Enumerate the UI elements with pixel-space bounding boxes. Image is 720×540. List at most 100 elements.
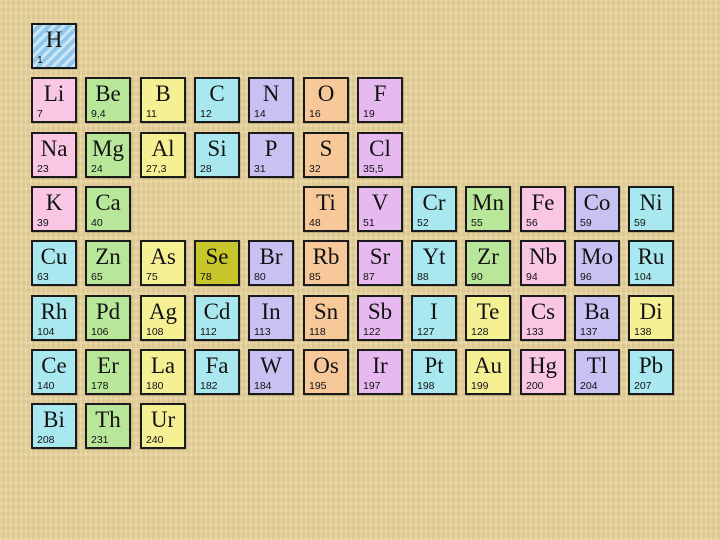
element-cell: Se 78	[194, 240, 240, 286]
atomic-weight: 65	[91, 271, 103, 283]
atomic-weight: 204	[580, 380, 598, 392]
element-symbol: Sn	[313, 299, 339, 324]
element-symbol: Pb	[638, 353, 664, 378]
element-symbol: Nb	[528, 244, 558, 269]
atomic-weight: 133	[526, 326, 544, 338]
atomic-weight: 128	[471, 326, 489, 338]
element-symbol: O	[317, 81, 335, 106]
element-cell: Di 138	[628, 295, 674, 341]
atomic-weight: 199	[471, 380, 489, 392]
atomic-weight: 197	[363, 380, 381, 392]
element-cell: Cu 63	[31, 240, 77, 286]
element-cell: N 14	[248, 77, 294, 123]
atomic-weight: 40	[91, 217, 103, 229]
atomic-weight: 19	[363, 108, 375, 120]
atomic-weight: 88	[417, 271, 429, 283]
element-cell: In 113	[248, 295, 294, 341]
element-cell: Mg 24	[85, 132, 131, 178]
element-symbol: H	[45, 27, 63, 52]
element-cell: Zr 90	[465, 240, 511, 286]
atomic-weight: 195	[309, 380, 327, 392]
element-symbol: Zr	[477, 244, 499, 269]
atomic-weight: 63	[37, 271, 49, 283]
element-symbol: S	[319, 136, 333, 161]
atomic-weight: 1	[37, 54, 43, 66]
element-symbol: Rh	[40, 299, 68, 324]
element-cell: Cd 112	[194, 295, 240, 341]
element-cell: Co 59	[574, 186, 620, 232]
element-cell: Bi 208	[31, 403, 77, 449]
element-cell: Rb 85	[303, 240, 349, 286]
atomic-weight: 35,5	[363, 163, 384, 175]
element-symbol: C	[209, 81, 225, 106]
element-cell: Cl 35,5	[357, 132, 403, 178]
element-cell: Ce 140	[31, 349, 77, 395]
atomic-weight: 137	[580, 326, 598, 338]
element-symbol: Li	[43, 81, 65, 106]
element-cell: Nb 94	[520, 240, 566, 286]
atomic-weight: 14	[254, 108, 266, 120]
element-symbol: Ru	[637, 244, 665, 269]
element-symbol: Cs	[530, 299, 556, 324]
element-cell: O 16	[303, 77, 349, 123]
atomic-weight: 7	[37, 108, 43, 120]
element-symbol: Sb	[367, 299, 393, 324]
element-cell: F 19	[357, 77, 403, 123]
atomic-weight: 23	[37, 163, 49, 175]
element-cell: Fe 56	[520, 186, 566, 232]
element-cell: Cr 52	[411, 186, 457, 232]
atomic-weight: 31	[254, 163, 266, 175]
element-symbol: Cr	[422, 190, 446, 215]
atomic-weight: 16	[309, 108, 321, 120]
element-cell: Fa 182	[194, 349, 240, 395]
element-cell: Ti 48	[303, 186, 349, 232]
atomic-weight: 27,3	[146, 163, 167, 175]
atomic-weight: 200	[526, 380, 544, 392]
element-symbol: Ba	[584, 299, 610, 324]
element-cell: Sn 118	[303, 295, 349, 341]
atomic-weight: 59	[580, 217, 592, 229]
element-cell: Hg 200	[520, 349, 566, 395]
element-symbol: Cu	[40, 244, 68, 269]
element-symbol: Yt	[422, 244, 446, 269]
element-symbol: Na	[40, 136, 68, 161]
element-symbol: P	[264, 136, 278, 161]
atomic-weight: 178	[91, 380, 109, 392]
element-symbol: F	[373, 81, 387, 106]
atomic-weight: 122	[363, 326, 381, 338]
element-cell: As 75	[140, 240, 186, 286]
element-cell: Th 231	[85, 403, 131, 449]
element-symbol: Th	[95, 407, 121, 432]
element-symbol: Er	[97, 353, 119, 378]
element-cell: Os 195	[303, 349, 349, 395]
atomic-weight: 108	[146, 326, 164, 338]
element-cell: V 51	[357, 186, 403, 232]
element-cell: Rh 104	[31, 295, 77, 341]
atomic-weight: 78	[200, 271, 212, 283]
element-cell: Pt 198	[411, 349, 457, 395]
element-cell: Br 80	[248, 240, 294, 286]
element-symbol: Ir	[372, 353, 388, 378]
element-symbol: Mg	[92, 136, 124, 161]
element-cell: Si 28	[194, 132, 240, 178]
element-cell: P 31	[248, 132, 294, 178]
element-cell: Zn 65	[85, 240, 131, 286]
element-cell: Ur 240	[140, 403, 186, 449]
element-symbol: In	[261, 299, 281, 324]
element-cell: Ru 104	[628, 240, 674, 286]
atomic-weight: 127	[417, 326, 435, 338]
atomic-weight: 55	[471, 217, 483, 229]
element-cell: Pd 106	[85, 295, 131, 341]
atomic-weight: 112	[200, 326, 217, 338]
element-symbol: N	[262, 81, 280, 106]
element-symbol: Di	[639, 299, 663, 324]
atomic-weight: 11	[146, 108, 157, 120]
element-cell: Yt 88	[411, 240, 457, 286]
element-cell: Cs 133	[520, 295, 566, 341]
atomic-weight: 90	[471, 271, 483, 283]
atomic-weight: 106	[91, 326, 109, 338]
element-cell: K 39	[31, 186, 77, 232]
atomic-weight: 52	[417, 217, 429, 229]
element-symbol: Bi	[43, 407, 65, 432]
atomic-weight: 138	[634, 326, 652, 338]
